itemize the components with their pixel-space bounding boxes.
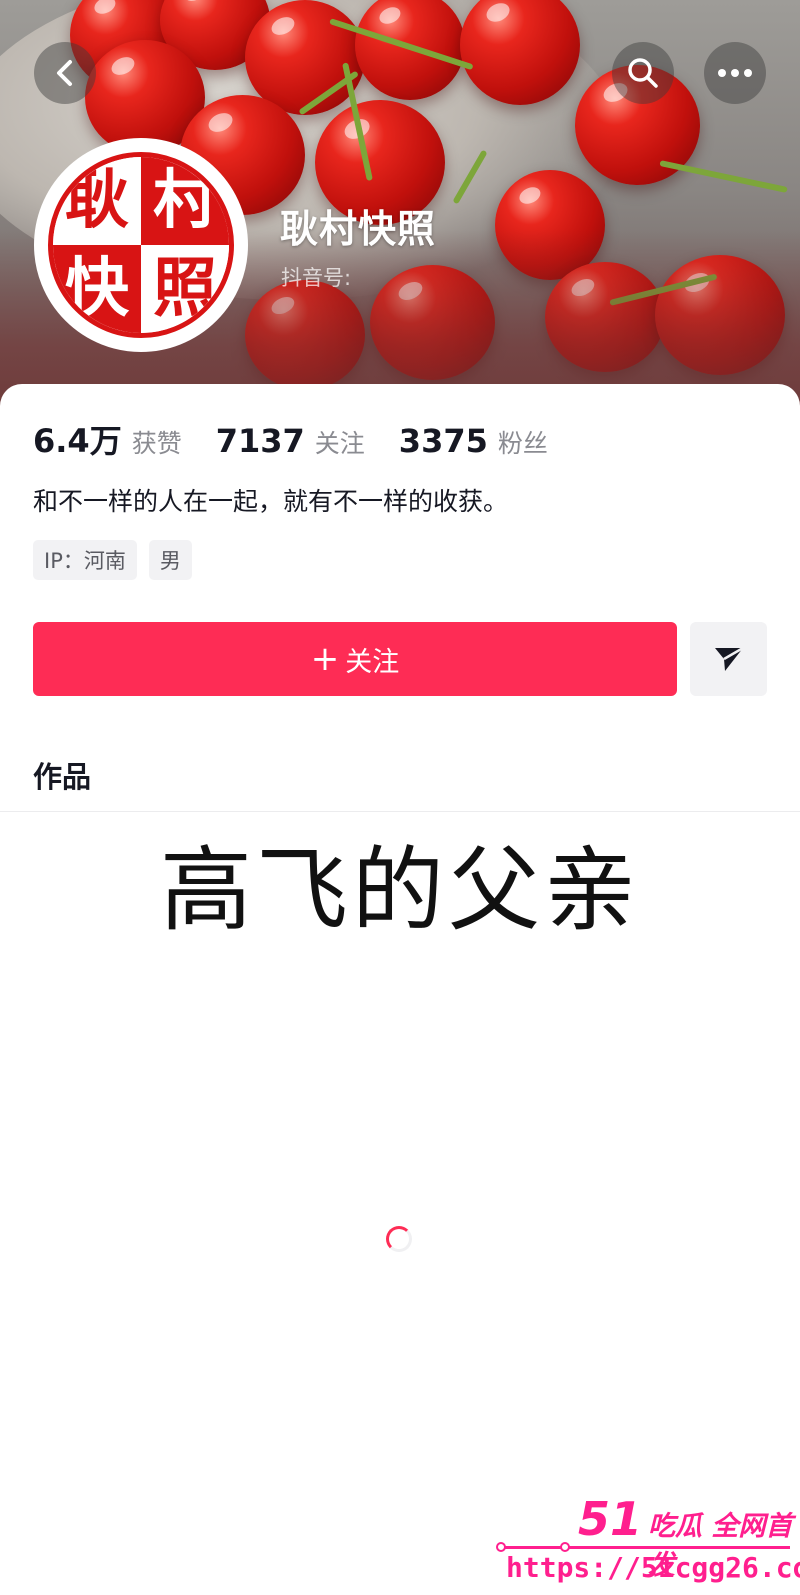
stat-likes[interactable]: 6.4万 获赞 [33, 416, 182, 462]
cherry-stem [659, 160, 788, 193]
stat-followers[interactable]: 3375 粉丝 [399, 422, 548, 460]
send-arrow-icon [714, 646, 744, 671]
profile-bio: 和不一样的人在一起，就有不一样的收获。 [33, 487, 509, 516]
stat-following[interactable]: 7137 关注 [216, 422, 365, 460]
search-icon [628, 58, 658, 88]
chevron-left-icon [57, 60, 72, 86]
profile-tags: IP：河南 男 [33, 540, 204, 580]
follow-label: 关注 [345, 646, 400, 678]
douyin-id[interactable]: 抖音号: [281, 262, 351, 292]
stat-label: 获赞 [131, 429, 182, 458]
stat-label: 粉丝 [497, 429, 548, 458]
tag-ip-location: IP：河南 [33, 540, 137, 580]
plus-icon: + [310, 639, 340, 679]
stat-value: 3375 [398, 422, 488, 460]
share-button[interactable] [690, 622, 767, 696]
works-divider [0, 811, 800, 812]
watermark-number: 51 [578, 1492, 643, 1546]
stats-row: 6.4万 获赞 7137 关注 3375 粉丝 [33, 416, 582, 462]
stat-label: 关注 [314, 429, 365, 458]
seal-char: 村 [141, 157, 229, 245]
profile-cover: 耿 村 快 照 耿村快照 抖音号: [0, 0, 800, 420]
overlay-caption: 高飞的父亲 [159, 837, 640, 944]
loading-spinner-icon [386, 1226, 412, 1252]
profile-nickname: 耿村快照 [280, 207, 437, 251]
profile-card: 6.4万 获赞 7137 关注 3375 粉丝 和不一样的人在一起，就有不一样的… [0, 384, 800, 1595]
watermark-dot [496, 1542, 506, 1552]
works-tab-title[interactable]: 作品 [33, 754, 91, 796]
follow-button[interactable]: + 关注 [33, 622, 677, 696]
tag-gender: 男 [148, 540, 192, 580]
seal-char: 快 [53, 245, 141, 333]
seal-char: 照 [141, 245, 229, 333]
watermark-line [500, 1546, 790, 1549]
watermark-url: https://51cgg26.com [506, 1551, 800, 1584]
back-button[interactable] [34, 42, 96, 104]
seal-char: 耿 [53, 157, 141, 245]
search-button[interactable] [612, 42, 674, 104]
more-button[interactable] [704, 42, 766, 104]
more-dots-icon [718, 69, 752, 77]
avatar[interactable]: 耿 村 快 照 [34, 138, 248, 352]
seal-logo: 耿 村 快 照 [48, 152, 234, 338]
stat-value: 7137 [215, 422, 305, 460]
stat-value: 6.4万 [33, 422, 122, 460]
